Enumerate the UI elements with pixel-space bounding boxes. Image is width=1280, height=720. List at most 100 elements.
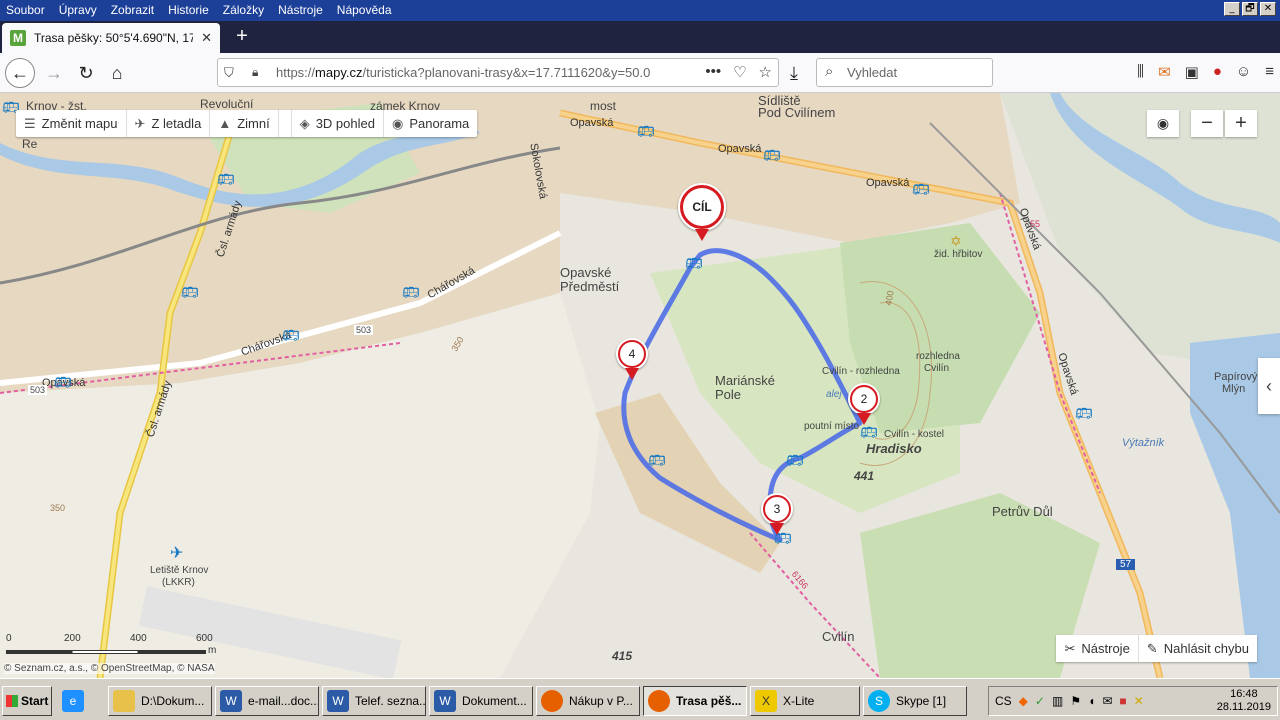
tab-active[interactable]: M Trasa pěšky: 50°5'4.690"N, 17°4 ✕: [2, 23, 220, 53]
locate-me-button[interactable]: ◉: [1147, 110, 1179, 137]
menu-file[interactable]: Soubor: [6, 3, 45, 17]
bus-stop-icon[interactable]: 🚌︎: [648, 452, 666, 469]
windows-logo-icon: [6, 695, 18, 707]
menu-tools[interactable]: Nástroje: [278, 3, 323, 17]
language-indicator[interactable]: CS: [995, 694, 1012, 708]
mountain-icon: ▲: [218, 116, 232, 131]
taskbar-xlite[interactable]: X X-Lite: [750, 686, 860, 716]
tray-xlite-icon[interactable]: ✕: [1134, 694, 1144, 708]
route-waypoint-2[interactable]: 2: [848, 383, 880, 415]
home-button[interactable]: ⌂: [103, 59, 131, 87]
taskbar-firefox-trasa[interactable]: Trasa pěš...: [643, 686, 747, 716]
bus-stop-icon[interactable]: 🚌︎: [637, 123, 655, 140]
label-height-441: 441: [854, 469, 875, 483]
aerial-button[interactable]: ✈ Z letadla: [127, 110, 211, 137]
bus-stop-icon[interactable]: 🚌︎: [282, 327, 300, 344]
route-finish-marker[interactable]: CÍL: [678, 183, 726, 231]
synagogue-star-icon: ✡: [950, 233, 962, 249]
tools-button[interactable]: ✂ Nástroje: [1056, 635, 1137, 662]
sidebar-icon[interactable]: ▣: [1185, 63, 1199, 81]
download-icon[interactable]: ⤓: [780, 59, 808, 87]
pocket-icon[interactable]: ♡: [733, 63, 746, 81]
volume-icon[interactable]: ◖: [1088, 694, 1095, 708]
route-waypoint-4[interactable]: 4: [616, 338, 648, 370]
lock-icon[interactable]: 🔒︎: [252, 65, 258, 80]
clock[interactable]: 16:48 28.11.2019: [1217, 688, 1271, 714]
extension-icon[interactable]: ●: [1213, 63, 1222, 81]
bus-stop-icon[interactable]: 🚌︎: [181, 284, 199, 301]
label-rozhledna: rozhledna: [916, 351, 960, 362]
taskbar-telef[interactable]: W Telef. sezna...: [322, 686, 426, 716]
menu-bookmarks[interactable]: Záložky: [223, 3, 264, 17]
network-icon[interactable]: ▥: [1052, 694, 1063, 708]
reload-button[interactable]: ↻: [72, 59, 100, 87]
bus-stop-icon[interactable]: 🚌︎: [912, 181, 930, 198]
menu-help[interactable]: Nápověda: [337, 3, 392, 17]
taskbar: Start e D:\Dokum... We-mail...doc... W Te…: [0, 678, 1280, 720]
map-area[interactable]: Krnov - žst. Revoluční Re zámek Krnov mo…: [0, 93, 1280, 678]
new-tab-button[interactable]: +: [230, 25, 254, 48]
firefox-icon: [541, 690, 563, 712]
page-actions-icon[interactable]: •••: [705, 63, 721, 81]
tray-update-icon[interactable]: ■: [1119, 694, 1126, 708]
ie-quicklaunch[interactable]: e: [58, 686, 104, 716]
flag-icon[interactable]: ⚑: [1070, 694, 1081, 708]
url-text[interactable]: https://mapy.cz/turisticka?planovani-tra…: [276, 65, 696, 80]
restore-button[interactable]: 🗗: [1242, 2, 1258, 16]
tab-close-icon[interactable]: ✕: [201, 30, 212, 46]
tab-bar: M Trasa pěšky: 50°5'4.690"N, 17°4 ✕ +: [0, 21, 1280, 53]
bus-stop-icon[interactable]: 🚌︎: [860, 424, 878, 441]
tracking-shield-icon[interactable]: ⛉: [224, 65, 234, 81]
report-error-button[interactable]: ✎ Nahlásit chybu: [1137, 635, 1257, 662]
zoom-out-button[interactable]: −: [1191, 110, 1223, 137]
change-map-button[interactable]: ☰ Změnit mapu: [16, 110, 127, 137]
view-3d-button[interactable]: ◈ 3D pohled: [290, 110, 384, 137]
bus-stop-icon[interactable]: 🚌︎: [763, 147, 781, 164]
minimize-button[interactable]: _: [1224, 2, 1240, 16]
mail-icon[interactable]: ✉: [1158, 63, 1171, 81]
hamburger-menu-icon[interactable]: ≡: [1265, 63, 1274, 81]
library-icon[interactable]: ⫼: [1137, 63, 1144, 81]
navigation-bar: ← → ↻ ⌂ ⛉ 🔒︎ https://mapy.cz/turisticka?…: [0, 53, 1280, 93]
bus-stop-icon[interactable]: 🚌︎: [786, 452, 804, 469]
close-window-button[interactable]: ✕: [1260, 2, 1276, 16]
bus-stop-icon[interactable]: 🚌︎: [217, 171, 235, 188]
forward-button[interactable]: →: [40, 59, 68, 87]
zoom-in-button[interactable]: +: [1225, 110, 1257, 137]
start-button[interactable]: Start: [2, 686, 52, 716]
waypoint-4-pin: [625, 368, 639, 380]
back-button[interactable]: ←: [5, 58, 35, 88]
search-icon: ⌕: [825, 63, 834, 80]
bookmark-star-icon[interactable]: ☆: [759, 63, 772, 81]
map-toolbar: ☰ Změnit mapu ✈ Z letadla ▲ Zimní ◈ 3D pohle…: [16, 110, 478, 137]
title-bar: Soubor Úpravy Zobrazit Historie Záložky …: [0, 0, 1280, 21]
label-re: Re: [22, 137, 38, 151]
panel-toggle-chevron-left-icon[interactable]: ‹: [1258, 358, 1280, 414]
taskbar-firefox-nakup[interactable]: Nákup v P...: [536, 686, 640, 716]
taskbar-email-doc[interactable]: We-mail...doc...: [215, 686, 319, 716]
tray-app-icon[interactable]: ◆: [1019, 694, 1028, 708]
bus-stop-icon[interactable]: 🚌︎: [1075, 405, 1093, 422]
label-opavska-3: Opavská: [866, 177, 910, 189]
bus-stop-icon[interactable]: 🚌︎: [685, 255, 703, 272]
taskbar-explorer[interactable]: D:\Dokum...: [108, 686, 212, 716]
menu-edit[interactable]: Úpravy: [59, 3, 97, 17]
tray-shield-icon[interactable]: ✓: [1035, 694, 1045, 708]
account-icon[interactable]: ☺: [1236, 63, 1251, 81]
search-input[interactable]: ⌕ Vyhledat: [816, 58, 993, 87]
panorama-button[interactable]: ◉ Panorama: [384, 110, 477, 137]
route-waypoint-3[interactable]: 3: [761, 493, 793, 525]
taskbar-skype[interactable]: S Skype [1]: [863, 686, 967, 716]
winter-map-button[interactable]: ▲ Zimní: [210, 110, 279, 137]
taskbar-dokument[interactable]: W Dokument...: [429, 686, 533, 716]
bus-stop-icon[interactable]: 🚌︎: [54, 374, 72, 391]
menu-view[interactable]: Zobrazit: [111, 3, 154, 17]
url-bar[interactable]: ⛉ 🔒︎ https://mapy.cz/turisticka?planovan…: [217, 58, 779, 87]
tray-mail-icon[interactable]: ✉: [1102, 694, 1112, 708]
tab-title: Trasa pěšky: 50°5'4.690"N, 17°4: [34, 31, 194, 45]
label-revolucni: Revoluční: [200, 97, 254, 111]
map-copyright[interactable]: © Seznam.cz, a.s., © OpenStreetMap, © NA…: [4, 663, 215, 674]
waypoint-2-pin: [857, 413, 871, 425]
menu-history[interactable]: Historie: [168, 3, 209, 17]
bus-stop-icon[interactable]: 🚌︎: [402, 284, 420, 301]
